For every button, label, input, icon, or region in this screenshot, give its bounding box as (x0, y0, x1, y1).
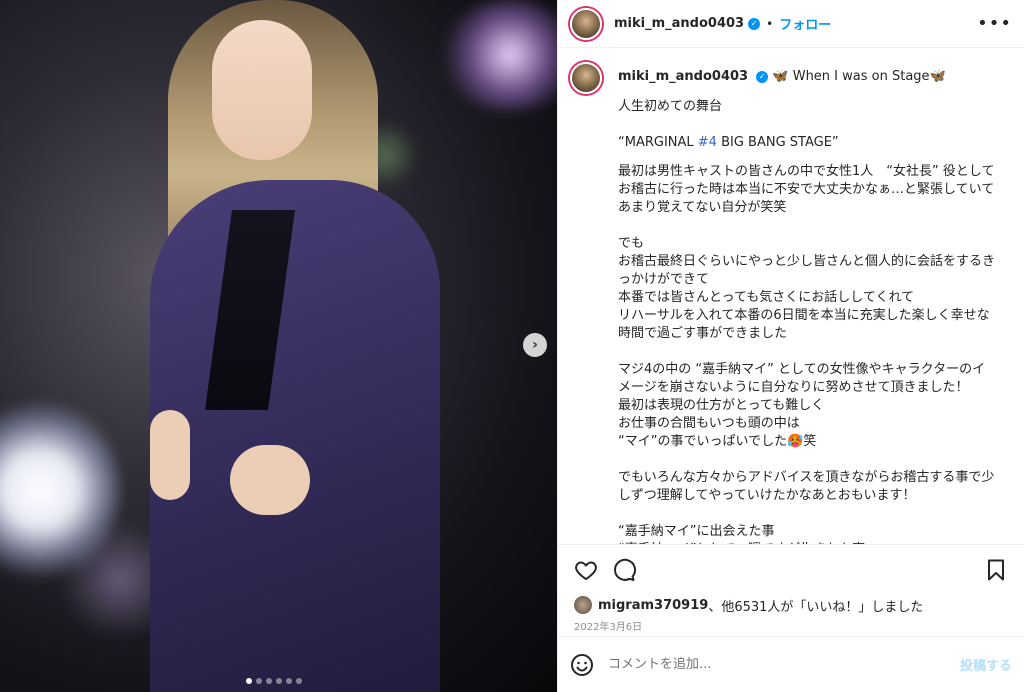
caption-text: BIG BANG STAGE” (716, 135, 839, 150)
photo-subject-hand (150, 410, 190, 500)
action-bar (558, 544, 1024, 594)
carousel-indicator (246, 678, 302, 684)
post-date[interactable]: 2022年3月6日 (558, 616, 1024, 636)
post-header: miki_m_ando0403 ✓ • フォロー ••• (558, 0, 1024, 48)
avatar[interactable] (570, 62, 602, 94)
username-link[interactable]: miki_m_ando0403 (618, 69, 748, 84)
caption-text: “MARGINAL (618, 135, 698, 150)
carousel-dot (286, 678, 292, 684)
post-side-panel: miki_m_ando0403 ✓ • フォロー ••• miki_m_ando… (557, 0, 1024, 692)
more-options-icon[interactable]: ••• (977, 13, 1012, 34)
verified-badge-icon: ✓ (748, 17, 761, 30)
likes-summary: migram370919 、他6531人が「いいね！」しました (558, 594, 1024, 616)
caption-title: 🦋 When I was on Stage🦋 (772, 69, 946, 84)
likes-text[interactable]: 、他6531人が「いいね！」しました (708, 596, 923, 615)
chevron-right-icon: › (532, 337, 538, 353)
photo-subject-hand (230, 445, 310, 515)
caption-line: “MARGINAL #4 BIG BANG STAGE” (618, 134, 998, 152)
comment-bar: 投稿する (558, 636, 1024, 692)
caption-header: miki_m_ando0403 ✓ 🦋 When I was on Stage🦋 (618, 68, 998, 86)
bookmark-icon[interactable] (984, 558, 1008, 582)
post-comment-button[interactable]: 投稿する (960, 655, 1012, 674)
comment-input[interactable] (608, 657, 960, 672)
avatar[interactable] (574, 596, 592, 614)
caption-line: 人生初めての舞台 (618, 99, 723, 114)
caption-body: miki_m_ando0403 ✓ 🦋 When I was on Stage🦋… (618, 62, 998, 544)
username-link[interactable]: miki_m_ando0403 (614, 16, 744, 31)
verified-badge-icon: ✓ (756, 70, 769, 83)
avatar[interactable] (570, 7, 602, 40)
carousel-dot (266, 678, 272, 684)
instagram-post-modal: › miki_m_ando0403 ✓ • フォロー ••• miki_m_an… (0, 0, 1024, 692)
caption-text: 最初は男性キャストの皆さんの中で女性1人 “女社長” 役としてお稽古に行った時は… (618, 164, 996, 544)
carousel-dot (276, 678, 282, 684)
carousel-dot (256, 678, 262, 684)
emoji-icon[interactable] (570, 653, 594, 677)
carousel-dot (296, 678, 302, 684)
liker-username-link[interactable]: migram370919 (598, 598, 708, 613)
photo-subject-face (212, 20, 312, 160)
photo-subject-suit (150, 180, 440, 692)
heart-icon[interactable] (574, 558, 598, 582)
hashtag-link[interactable]: #4 (698, 135, 717, 150)
light-flare (440, 0, 557, 110)
carousel-dot (246, 678, 252, 684)
separator-dot: • (766, 16, 774, 31)
comment-icon[interactable] (612, 558, 636, 582)
caption-section: miki_m_ando0403 ✓ 🦋 When I was on Stage🦋… (558, 48, 1024, 544)
carousel-next-button[interactable]: › (523, 333, 547, 357)
follow-button[interactable]: フォロー (779, 14, 831, 33)
post-photo[interactable]: › (0, 0, 557, 692)
